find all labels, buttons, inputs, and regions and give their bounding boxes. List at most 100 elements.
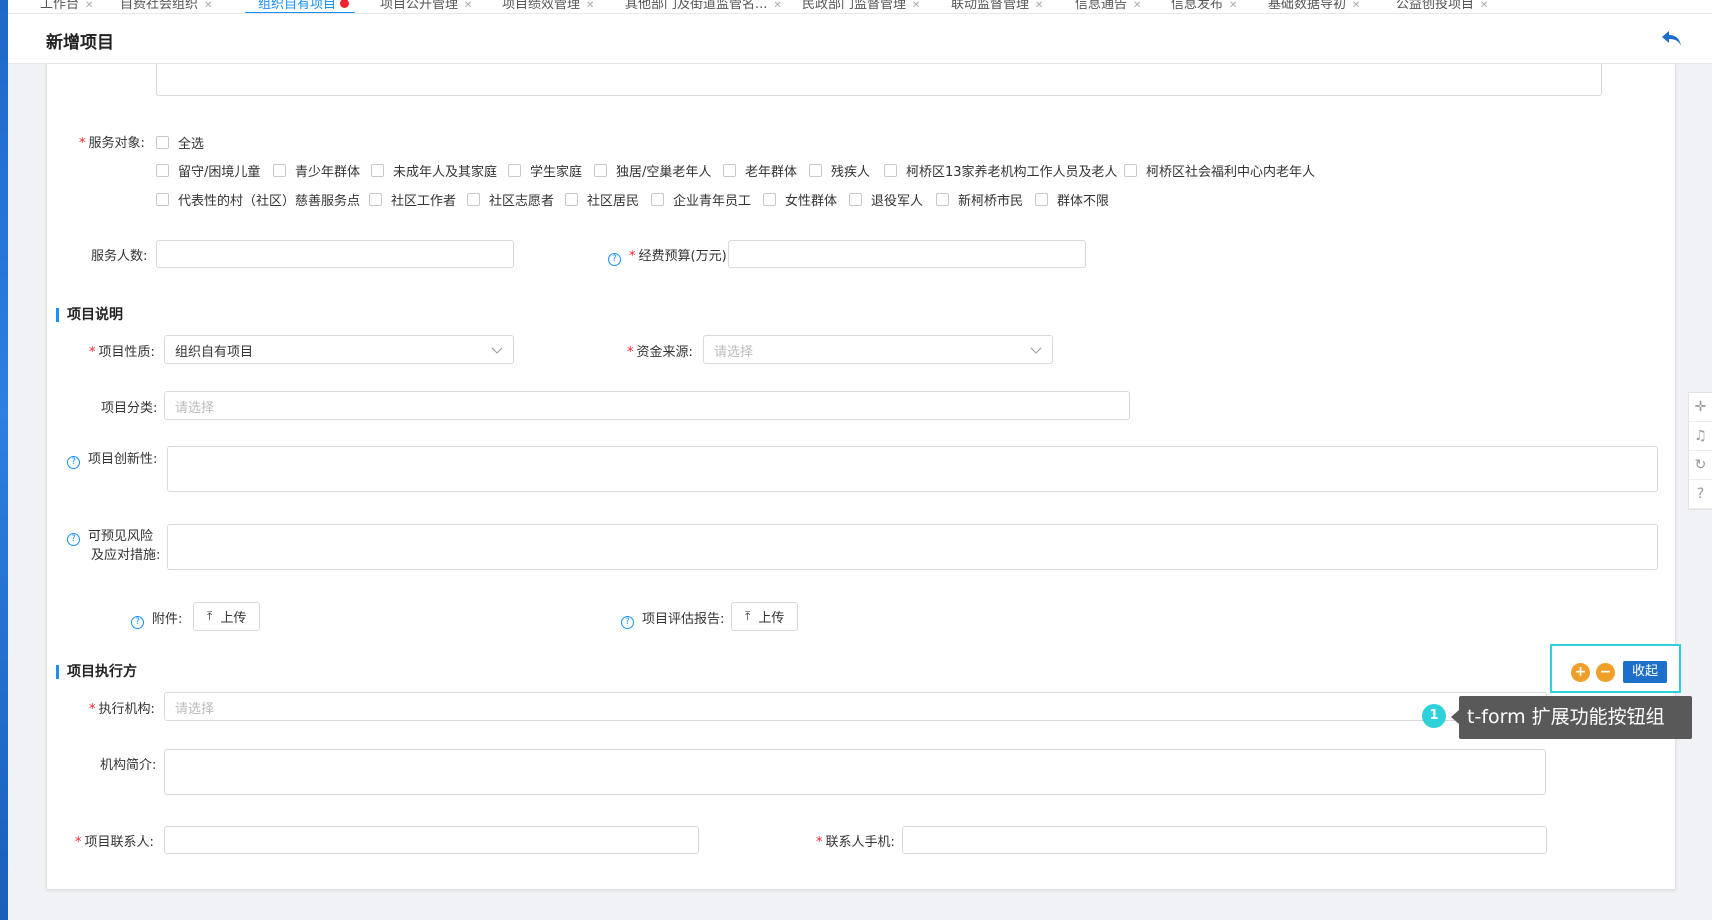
innovation-textarea[interactable] (167, 446, 1658, 492)
help-icon: ? (608, 253, 621, 266)
unsaved-dot-icon (340, 0, 350, 8)
checkbox-target[interactable]: 企业青年员工 (651, 190, 751, 209)
tab-other-dept[interactable]: 其他部门及街道监管名... ✕ (625, 0, 782, 12)
extension-button-group: + − 收起 (1550, 644, 1681, 693)
tab-base-data[interactable]: 基础数据导初 ✕ (1268, 0, 1360, 12)
checkbox-target[interactable]: 社区居民 (565, 190, 639, 209)
tab-label: 组织自有项目 (258, 0, 337, 12)
checkbox-target[interactable]: 留守/困境儿童 (156, 161, 260, 180)
collapse-button[interactable]: 收起 (1623, 661, 1667, 683)
close-icon[interactable]: ✕ (1480, 0, 1488, 11)
checkbox-target[interactable]: 代表性的村（社区）慈善服务点 (156, 190, 360, 209)
project-category-label: 项目分类: (101, 401, 158, 416)
org-intro-textarea[interactable] (164, 749, 1546, 795)
project-nature-select[interactable]: 组织自有项目 (164, 335, 514, 364)
close-icon[interactable]: ✕ (1352, 0, 1360, 11)
tab-label: 基础数据导初 (1268, 0, 1347, 12)
close-icon[interactable]: ✕ (586, 0, 594, 11)
back-icon[interactable] (1659, 26, 1685, 50)
budget-input[interactable] (728, 240, 1086, 268)
upload-icon: ⤒ (207, 609, 213, 623)
add-circle-icon[interactable]: + (1571, 663, 1590, 682)
tab-label: 自费社会组织 (120, 0, 199, 12)
tab-info-notice[interactable]: 信息通告 ✕ (1075, 0, 1141, 12)
close-icon[interactable]: ✕ (85, 0, 93, 11)
contact-phone-input[interactable] (902, 826, 1547, 854)
close-icon[interactable]: ✕ (1133, 0, 1141, 11)
checkbox-target[interactable]: 群体不限 (1035, 190, 1109, 209)
tab-label: 项目绩效管理 (502, 0, 581, 12)
checkbox-target[interactable]: 柯桥区13家养老机构工作人员及老人 (884, 161, 1118, 180)
eval-report-upload-button[interactable]: ⤒ 上传 (731, 602, 799, 631)
tab-label: 工作台 (40, 0, 80, 12)
close-icon[interactable]: ✕ (912, 0, 920, 11)
checkbox-target[interactable]: 女性群体 (763, 190, 837, 209)
exec-org-label: * 执行机构: (89, 702, 155, 717)
page-header: 新增项目 (8, 14, 1712, 64)
tab-self-funded-org[interactable]: 自费社会组织 ✕ (120, 0, 212, 12)
checkbox-target[interactable]: 退役军人 (849, 190, 923, 209)
project-category-select[interactable]: 请选择 (164, 391, 1130, 420)
attachment-upload-button[interactable]: ⤒ 上传 (193, 602, 261, 631)
remove-circle-icon[interactable]: − (1596, 663, 1615, 682)
tab-joint-supervision[interactable]: 联动监督管理 ✕ (951, 0, 1043, 12)
tab-workbench[interactable]: 工作台 ✕ (40, 0, 93, 12)
service-count-input[interactable] (156, 240, 514, 268)
refresh-icon[interactable]: ↻ (1689, 451, 1712, 480)
tab-project-disclosure[interactable]: 项目公开管理 ✕ (380, 0, 472, 12)
tab-info-publish[interactable]: 信息发布 ✕ (1171, 0, 1237, 12)
annotation-badge: 1 (1422, 704, 1446, 728)
checkbox-target[interactable]: 社区工作者 (369, 190, 456, 209)
risk-label: ? 可预见风险 (67, 525, 153, 546)
close-icon[interactable]: ✕ (773, 0, 781, 11)
help-icon: ? (621, 616, 634, 629)
move-icon[interactable]: ✛ (1689, 393, 1712, 422)
checkbox-target[interactable]: 青少年群体 (273, 161, 360, 180)
tab-bar: 工作台 ✕ 自费社会组织 ✕ 组织自有项目 项目公开管理 ✕ 项目绩效管理 ✕ 其他部门… (8, 0, 1712, 14)
service-target-label: * 服务对象: (79, 136, 145, 151)
help-icon: ? (67, 456, 80, 469)
innovation-label: ? 项目创新性: (67, 448, 157, 469)
checkbox-target[interactable]: 新柯桥市民 (936, 190, 1023, 209)
help-icon: ? (67, 533, 80, 546)
close-icon[interactable]: ✕ (204, 0, 212, 11)
tab-project-performance[interactable]: 项目绩效管理 ✕ (502, 0, 594, 12)
fund-source-select[interactable]: 请选择 (703, 335, 1053, 364)
tab-venture-project[interactable]: 公益创投项目 ✕ (1396, 0, 1488, 12)
checkbox-target[interactable]: 社区志愿者 (467, 190, 554, 209)
tab-label: 公益创投项目 (1396, 0, 1475, 12)
form-card: * 服务对象: 全选 留守/困境儿童 青少年群体 未成年人及其家庭 学生家庭 独居… (46, 64, 1676, 890)
side-toolbar: ✛ ♫ ↻ ? (1688, 392, 1712, 510)
budget-label: ? * 经费预算(万元): (608, 245, 731, 266)
checkbox-target[interactable]: 独居/空巢老年人 (594, 161, 711, 180)
project-nature-label: * 项目性质: (89, 345, 155, 360)
checkbox-select-all[interactable]: 全选 (156, 133, 204, 152)
risk-textarea[interactable] (167, 524, 1658, 570)
tab-civil-affairs[interactable]: 民政部门监督管理 ✕ (802, 0, 920, 12)
exec-org-select[interactable]: 请选择 (164, 692, 1547, 721)
close-icon[interactable]: ✕ (464, 0, 472, 11)
org-intro-label: 机构简介: (100, 758, 157, 773)
tab-label: 其他部门及街道监管名... (625, 0, 768, 12)
annotation-tooltip: t-form 扩展功能按钮组 (1451, 696, 1692, 739)
chevron-down-icon (491, 342, 503, 354)
upload-icon: ⤒ (745, 609, 751, 623)
bell-icon[interactable]: ♫ (1689, 422, 1712, 451)
close-icon[interactable]: ✕ (1035, 0, 1043, 11)
help-circle-icon[interactable]: ? (1689, 480, 1712, 509)
tab-own-project[interactable]: 组织自有项目 (258, 0, 350, 12)
contact-input[interactable] (164, 826, 699, 854)
tab-label: 联动监督管理 (951, 0, 1030, 12)
eval-report-label: ? 项目评估报告: (621, 608, 724, 629)
service-count-label: 服务人数: (91, 249, 148, 264)
previous-textarea[interactable] (156, 64, 1602, 96)
contact-phone-label: * 联系人手机: (816, 835, 895, 850)
checkbox-target[interactable]: 学生家庭 (508, 161, 582, 180)
checkbox-target[interactable]: 老年群体 (723, 161, 797, 180)
checkbox-target[interactable]: 柯桥区社会福利中心内老年人 (1124, 161, 1315, 180)
checkbox-target[interactable]: 残疾人 (809, 161, 870, 180)
risk-label-line2: 及应对措施: (91, 548, 161, 563)
tab-label: 民政部门监督管理 (802, 0, 907, 12)
close-icon[interactable]: ✕ (1229, 0, 1237, 11)
checkbox-target[interactable]: 未成年人及其家庭 (371, 161, 497, 180)
